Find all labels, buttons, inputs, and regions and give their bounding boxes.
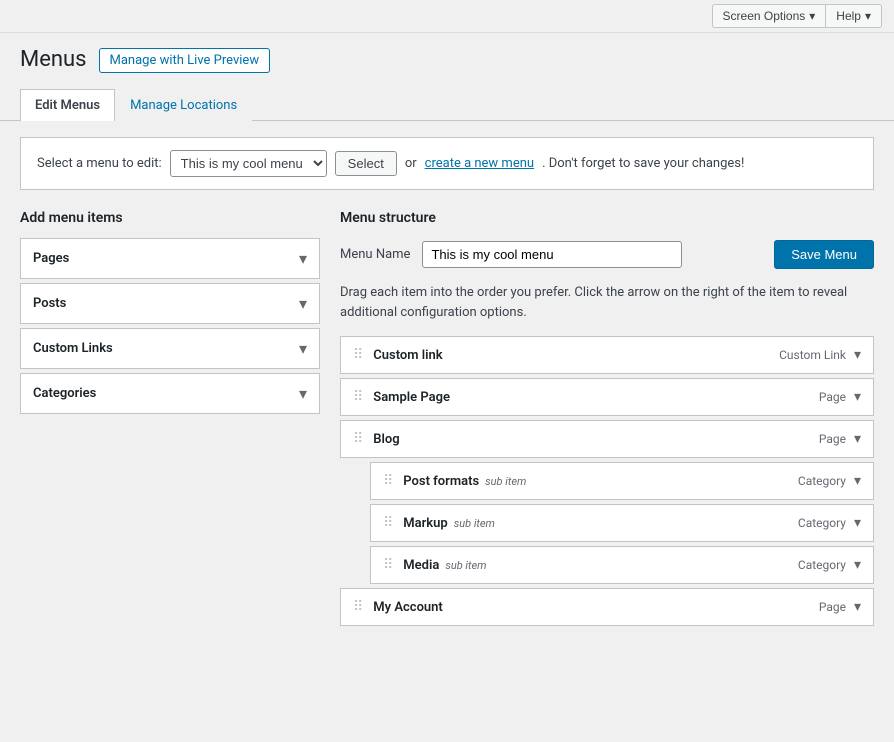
save-menu-button[interactable]: Save Menu <box>774 240 874 269</box>
drag-handle-icon: ⠿ <box>383 515 393 531</box>
menu-item-subtext: sub item <box>454 517 495 530</box>
menu-item-subtext: sub item <box>445 559 486 572</box>
help-label: Help <box>836 9 861 23</box>
menu-item-media[interactable]: ⠿ Media sub item Category ▾ <box>370 546 874 584</box>
menu-name-label: Menu Name <box>340 247 410 262</box>
drag-handle-icon: ⠿ <box>353 347 363 363</box>
menu-item-expand-icon[interactable]: ▾ <box>854 473 861 489</box>
menu-item-my-account[interactable]: ⠿ My Account Page ▾ <box>340 588 874 626</box>
menu-structure-title: Menu structure <box>340 210 874 226</box>
menu-item-type: Category <box>798 558 846 572</box>
accordion-posts-label: Posts <box>33 296 66 311</box>
tab-edit-menus[interactable]: Edit Menus <box>20 89 115 121</box>
live-preview-button[interactable]: Manage with Live Preview <box>99 48 271 73</box>
menu-item-expand-icon[interactable]: ▾ <box>854 347 861 363</box>
drag-handle-icon: ⠿ <box>383 557 393 573</box>
menu-item-name: Custom link <box>373 348 442 363</box>
accordion-pages: Pages ▾ <box>20 238 320 279</box>
screen-options-arrow-icon: ▾ <box>809 9 815 23</box>
accordion-posts-header[interactable]: Posts ▾ <box>21 284 319 323</box>
menu-item-type: Custom Link <box>779 348 846 362</box>
create-new-menu-link[interactable]: create a new menu <box>425 156 534 171</box>
accordion-custom-links-label: Custom Links <box>33 341 113 356</box>
accordion-pages-arrow-icon: ▾ <box>299 249 307 268</box>
help-button[interactable]: Help ▾ <box>825 4 882 28</box>
menu-item-expand-icon[interactable]: ▾ <box>854 515 861 531</box>
menu-item-sample-page[interactable]: ⠿ Sample Page Page ▾ <box>340 378 874 416</box>
menu-item-blog[interactable]: ⠿ Blog Page ▾ <box>340 420 874 458</box>
menu-item-name: Post formats <box>403 474 479 489</box>
drag-handle-icon: ⠿ <box>353 599 363 615</box>
menu-item-post-formats[interactable]: ⠿ Post formats sub item Category ▾ <box>370 462 874 500</box>
menu-item-custom-link[interactable]: ⠿ Custom link Custom Link ▾ <box>340 336 874 374</box>
accordion-pages-header[interactable]: Pages ▾ <box>21 239 319 278</box>
menu-item-name: Blog <box>373 432 399 447</box>
accordion-custom-links-header[interactable]: Custom Links ▾ <box>21 329 319 368</box>
accordion-categories-arrow-icon: ▾ <box>299 384 307 403</box>
drag-handle-icon: ⠿ <box>353 431 363 447</box>
menu-item-expand-icon[interactable]: ▾ <box>854 599 861 615</box>
help-arrow-icon: ▾ <box>865 9 871 23</box>
accordion-pages-label: Pages <box>33 251 69 266</box>
screen-options-button[interactable]: Screen Options ▾ <box>712 4 826 28</box>
two-col-layout: Add menu items Pages ▾ Posts ▾ Custom Li… <box>20 210 874 630</box>
menu-select-dropdown[interactable]: This is my cool menu <box>170 150 327 177</box>
screen-options-label: Screen Options <box>723 9 806 23</box>
accordion-custom-links: Custom Links ▾ <box>20 328 320 369</box>
menu-item-type: Category <box>798 474 846 488</box>
accordion-categories-label: Categories <box>33 386 96 401</box>
menu-name-input[interactable] <box>422 241 682 268</box>
drag-handle-icon: ⠿ <box>353 389 363 405</box>
menu-item-type: Page <box>819 390 846 404</box>
menu-item-expand-icon[interactable]: ▾ <box>854 389 861 405</box>
add-menu-items-title: Add menu items <box>20 210 320 226</box>
tabs-container: Edit Menus Manage Locations <box>0 89 894 121</box>
right-panel: Menu structure Menu Name Save Menu Drag … <box>340 210 874 630</box>
accordion-categories: Categories ▾ <box>20 373 320 414</box>
select-menu-bar: Select a menu to edit: This is my cool m… <box>20 137 874 190</box>
menu-item-type: Page <box>819 432 846 446</box>
menu-item-markup[interactable]: ⠿ Markup sub item Category ▾ <box>370 504 874 542</box>
main-content: Select a menu to edit: This is my cool m… <box>0 121 894 646</box>
menu-item-name: Media <box>403 558 439 573</box>
menu-item-type: Category <box>798 516 846 530</box>
save-note: . Don't forget to save your changes! <box>542 156 744 171</box>
drag-handle-icon: ⠿ <box>383 473 393 489</box>
accordion-posts-arrow-icon: ▾ <box>299 294 307 313</box>
menu-item-type: Page <box>819 600 846 614</box>
menu-item-name: Sample Page <box>373 390 450 405</box>
menu-item-subtext: sub item <box>485 475 526 488</box>
menu-item-expand-icon[interactable]: ▾ <box>854 557 861 573</box>
select-button[interactable]: Select <box>335 151 397 176</box>
page-header: Menus Manage with Live Preview <box>0 33 894 83</box>
tab-manage-locations[interactable]: Manage Locations <box>115 89 252 121</box>
or-text: or <box>405 156 417 171</box>
menu-item-name: My Account <box>373 600 443 615</box>
accordion-posts: Posts ▾ <box>20 283 320 324</box>
accordion-custom-links-arrow-icon: ▾ <box>299 339 307 358</box>
accordion-categories-header[interactable]: Categories ▾ <box>21 374 319 413</box>
top-bar: Screen Options ▾ Help ▾ <box>0 0 894 33</box>
drag-instructions: Drag each item into the order you prefer… <box>340 283 874 322</box>
menu-item-expand-icon[interactable]: ▾ <box>854 431 861 447</box>
page-title: Menus <box>20 47 87 73</box>
menu-items-list: ⠿ Custom link Custom Link ▾ ⠿ Sample Pag… <box>340 336 874 626</box>
menu-name-row: Menu Name Save Menu <box>340 240 874 269</box>
left-panel: Add menu items Pages ▾ Posts ▾ Custom Li… <box>20 210 320 418</box>
menu-item-name: Markup <box>403 516 447 531</box>
select-menu-label: Select a menu to edit: <box>37 156 162 171</box>
